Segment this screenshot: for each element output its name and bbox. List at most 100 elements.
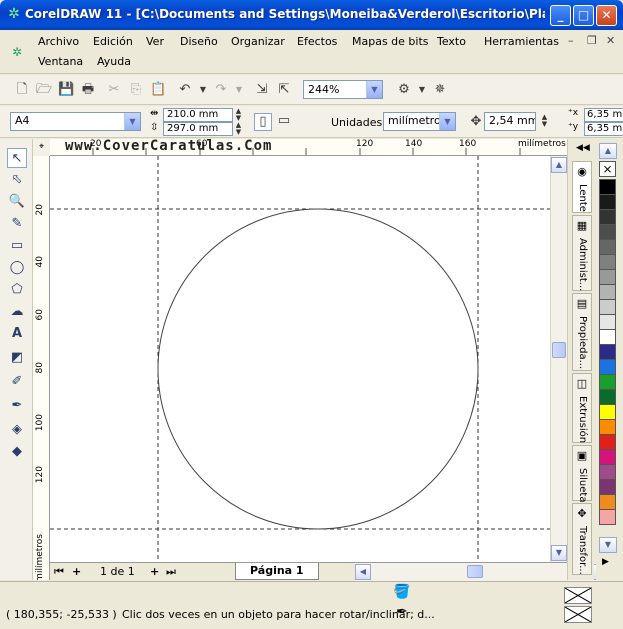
fill-tool-icon[interactable]: ◈ bbox=[7, 420, 27, 440]
height-spin-icon[interactable]: ▲ ▼ bbox=[233, 122, 244, 136]
color-swatch[interactable] bbox=[599, 449, 616, 465]
color-swatch[interactable] bbox=[599, 344, 616, 360]
color-swatch[interactable] bbox=[599, 359, 616, 375]
corel-online-icon[interactable]: ✵ bbox=[432, 82, 448, 98]
no-color-swatch-icon[interactable]: ⨯ bbox=[599, 161, 616, 177]
shape-tool-icon[interactable]: ⬁ bbox=[7, 170, 27, 190]
add-page-after-icon[interactable]: + bbox=[150, 564, 159, 579]
width-spin-icon[interactable]: ▲ ▼ bbox=[233, 108, 244, 122]
undo-dropdown-icon[interactable]: ▼ bbox=[195, 82, 211, 98]
document-icon[interactable]: ✲ bbox=[12, 45, 22, 59]
cut-icon[interactable]: ✂ bbox=[106, 82, 122, 98]
menu-diseno[interactable]: Diseño bbox=[180, 35, 218, 48]
fill-color-indicator[interactable] bbox=[564, 587, 592, 604]
color-swatch[interactable] bbox=[599, 314, 616, 330]
color-swatch[interactable] bbox=[599, 209, 616, 225]
outline-color-indicator[interactable] bbox=[564, 606, 592, 623]
zoom-level-select[interactable]: 244% ▼ bbox=[303, 80, 383, 99]
color-swatch[interactable] bbox=[599, 179, 616, 195]
outline-indicator-icon[interactable]: ✒ bbox=[396, 604, 408, 620]
scroll-left-icon[interactable]: ◀ bbox=[355, 564, 371, 580]
color-swatch[interactable] bbox=[599, 254, 616, 270]
basic-shapes-tool-icon[interactable]: ☁ bbox=[7, 302, 27, 322]
first-page-icon[interactable]: ⏮ bbox=[54, 564, 64, 579]
horizontal-scrollbar[interactable]: ◀ ▶ bbox=[355, 563, 600, 581]
freehand-tool-icon[interactable]: ✎ bbox=[7, 214, 27, 234]
vertical-scroll-thumb[interactable] bbox=[552, 342, 566, 358]
docker-collapse-icon[interactable]: ◀◀ bbox=[576, 143, 590, 153]
interactive-blend-tool-icon[interactable]: ◩ bbox=[7, 348, 27, 368]
save-icon[interactable]: 💾 bbox=[58, 82, 74, 98]
vertical-ruler[interactable]: 20 40 60 80 100 120 milímetros bbox=[33, 156, 50, 580]
color-swatch[interactable] bbox=[599, 224, 616, 240]
color-swatch[interactable] bbox=[599, 269, 616, 285]
color-swatch[interactable] bbox=[599, 194, 616, 210]
interactive-fill-tool-icon[interactable]: ◆ bbox=[7, 442, 27, 462]
portrait-orientation-icon[interactable]: ▯ bbox=[254, 113, 272, 131]
nudge-spin-icon[interactable]: ▲ ▼ bbox=[539, 114, 550, 128]
outline-tool-icon[interactable]: ✒ bbox=[7, 396, 27, 416]
ellipse-tool-icon[interactable]: ◯ bbox=[7, 258, 27, 278]
coreldraw-app-icon[interactable]: ✲ bbox=[6, 6, 22, 22]
mdi-close-button[interactable]: ✕ bbox=[606, 34, 615, 47]
duplicate-distance-y-input[interactable]: 6,35 m bbox=[584, 122, 623, 136]
print-icon[interactable]: 🖶 bbox=[80, 82, 96, 98]
color-swatch[interactable] bbox=[599, 374, 616, 390]
scroll-down-icon[interactable]: ▼ bbox=[551, 545, 567, 561]
color-swatch[interactable] bbox=[599, 404, 616, 420]
maximize-button[interactable]: □ bbox=[573, 5, 594, 26]
text-tool-icon[interactable]: A bbox=[7, 324, 27, 344]
menu-texto[interactable]: Texto bbox=[437, 35, 466, 48]
docker-tab-administrador[interactable]: ▦ Administ... bbox=[572, 215, 592, 291]
color-swatch[interactable] bbox=[599, 494, 616, 510]
import-icon[interactable]: ⇲ bbox=[254, 82, 270, 98]
menu-herramientas[interactable]: Herramientas bbox=[484, 35, 559, 48]
rectangle-tool-icon[interactable]: ▭ bbox=[7, 236, 27, 256]
color-swatch[interactable] bbox=[599, 389, 616, 405]
paste-icon[interactable]: 📋 bbox=[150, 82, 166, 98]
undo-icon[interactable]: ↶ bbox=[177, 82, 193, 98]
export-icon[interactable]: ⇱ bbox=[276, 82, 292, 98]
color-swatch[interactable] bbox=[599, 479, 616, 495]
palette-scroll-down-icon[interactable]: ▼ bbox=[599, 537, 617, 553]
mdi-restore-button[interactable]: ❐ bbox=[587, 34, 597, 47]
menu-ventana[interactable]: Ventana bbox=[38, 55, 83, 68]
duplicate-distance-x-input[interactable]: 6,35 m bbox=[584, 108, 623, 122]
nudge-distance-input[interactable]: 2,54 mm bbox=[484, 112, 536, 131]
ruler-origin-icon[interactable]: ⌖ bbox=[33, 139, 50, 156]
fill-indicator-icon[interactable]: 🪣 bbox=[393, 584, 410, 600]
page-height-input[interactable]: 297.0 mm bbox=[163, 122, 233, 136]
add-page-before-icon[interactable]: + bbox=[72, 564, 81, 579]
color-swatch[interactable] bbox=[599, 239, 616, 255]
chevron-down-icon[interactable]: ▼ bbox=[124, 113, 140, 130]
units-select[interactable]: milímetros ▼ bbox=[383, 112, 456, 131]
eyedropper-tool-icon[interactable]: ✐ bbox=[7, 372, 27, 392]
docker-tab-silueta[interactable]: ▣ Silueta bbox=[572, 445, 592, 502]
mdi-minimize-button[interactable]: – bbox=[568, 34, 574, 47]
docker-tab-extrusion[interactable]: ◫ Extrusión bbox=[572, 373, 592, 443]
chevron-down-icon[interactable]: ▼ bbox=[366, 81, 382, 98]
color-swatch[interactable] bbox=[599, 299, 616, 315]
chevron-down-icon[interactable]: ▼ bbox=[439, 113, 455, 130]
minimize-button[interactable]: _ bbox=[550, 5, 571, 26]
docker-tab-transformacion[interactable]: ✥ Transfor... bbox=[572, 503, 592, 575]
menu-archivo[interactable]: Archivo bbox=[38, 35, 79, 48]
redo-dropdown-icon[interactable]: ▼ bbox=[231, 82, 247, 98]
vertical-scrollbar[interactable]: ▲ ▼ bbox=[550, 156, 567, 562]
color-swatch[interactable] bbox=[599, 284, 616, 300]
paper-size-select[interactable]: A4 ▼ bbox=[10, 112, 141, 131]
color-swatch[interactable] bbox=[599, 509, 616, 525]
color-swatch[interactable] bbox=[599, 419, 616, 435]
drawing-canvas[interactable] bbox=[50, 156, 550, 562]
palette-scroll-up-icon[interactable]: ▲ bbox=[599, 143, 617, 159]
launcher-dropdown-icon[interactable]: ▼ bbox=[414, 82, 430, 98]
horizontal-scroll-thumb[interactable] bbox=[467, 565, 483, 578]
menu-ver[interactable]: Ver bbox=[146, 35, 164, 48]
close-button[interactable]: ✕ bbox=[596, 5, 617, 26]
color-swatch[interactable] bbox=[599, 434, 616, 450]
palette-flyout-icon[interactable]: ▶ bbox=[602, 557, 609, 567]
new-document-icon[interactable]: 🗋 bbox=[14, 82, 30, 98]
docker-tab-propiedades[interactable]: ▤ Propieda... bbox=[572, 293, 592, 371]
pick-tool-icon[interactable]: ↖ bbox=[7, 148, 27, 168]
scroll-up-icon[interactable]: ▲ bbox=[551, 157, 567, 173]
